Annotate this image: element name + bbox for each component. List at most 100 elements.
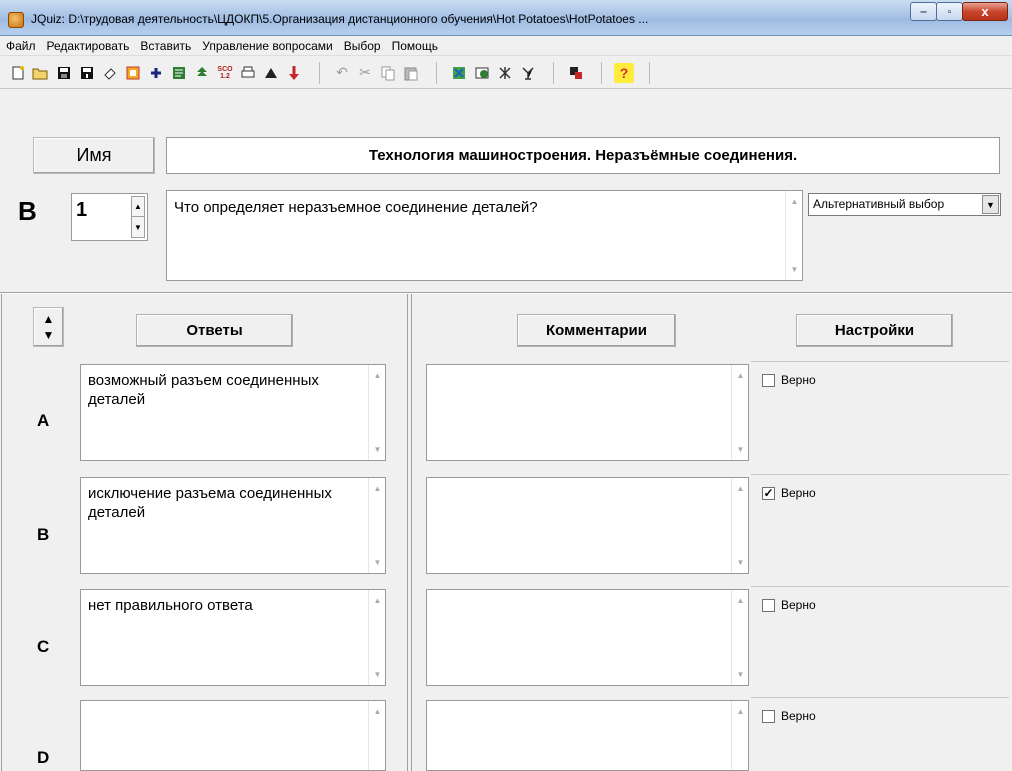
reorder-answers-button[interactable]: ▲ ▼ [33,307,64,347]
correct-checkbox[interactable] [762,599,775,612]
close-button[interactable]: x [962,2,1008,21]
answer-text-area[interactable]: возможный разъем соединенных деталей ▲ ▼ [80,364,386,461]
spinner-up-icon[interactable]: ▲ [132,197,144,217]
minimize-button[interactable]: ‒ [910,2,937,21]
question-text-area[interactable]: Что определяет неразъемное соединение де… [166,190,803,281]
correct-label[interactable]: Верно [781,486,816,500]
answer-letter: B [37,525,50,544]
menu-edit[interactable]: Редактировать [47,39,130,53]
answer-text[interactable]: исключение разъема соединенных деталей [88,484,358,522]
print-icon[interactable] [238,63,258,83]
window-controls: ‒ ▫ x [910,2,1008,23]
frame-icon[interactable] [123,63,143,83]
comment-text-area[interactable]: ▲ ▼ [426,477,749,574]
chevron-down-icon[interactable]: ▼ [982,195,999,214]
menu-options[interactable]: Выбор [344,39,381,53]
correct-label[interactable]: Верно [781,373,816,387]
plus-icon[interactable] [146,63,166,83]
comment-scrollbar[interactable]: ▲ ▼ [731,478,748,573]
answer-scrollbar[interactable]: ▲ ▼ [368,478,385,573]
scroll-up-icon[interactable]: ▲ [732,367,749,384]
menu-manage-questions[interactable]: Управление вопросами [202,39,332,53]
panel-splitter[interactable] [407,294,412,771]
help-icon[interactable]: ? [614,62,634,83]
comment-text-area[interactable]: ▲ [426,700,749,771]
comment-text-area[interactable]: ▲ ▼ [426,364,749,461]
settings-icon[interactable] [566,63,586,83]
answer-scrollbar[interactable]: ▲ ▼ [368,590,385,685]
question-number-spinner[interactable]: 1 ▲ ▼ [71,193,148,241]
open-folder-icon[interactable] [31,63,51,83]
answer-text[interactable]: нет правильного ответа [88,596,358,615]
spinner-buttons: ▲ ▼ [131,196,145,238]
quiz-title-field[interactable]: Технология машиностроения. Неразъёмные с… [166,137,1000,174]
config-icon[interactable] [449,63,469,83]
copy-icon[interactable] [378,63,398,83]
question-label: В [18,196,37,226]
title-bar: JQuiz: D:\трудовая деятельность\ЦДОКП\5.… [0,0,1012,36]
scroll-down-icon[interactable]: ▼ [732,554,749,571]
comment-scrollbar[interactable]: ▲ [731,701,748,770]
scroll-down-icon[interactable]: ▼ [786,261,803,278]
name-button[interactable]: Имя [33,137,155,174]
comment-scrollbar[interactable]: ▲ ▼ [731,365,748,460]
cut-icon[interactable]: ✂ [355,63,375,83]
answer-text-area[interactable]: ▲ [80,700,386,771]
answer-text[interactable]: возможный разъем соединенных деталей [88,371,358,409]
answers-button[interactable]: Ответы [136,314,293,347]
correct-checkbox[interactable] [762,374,775,387]
scroll-up-icon[interactable]: ▲ [732,480,749,497]
toolbar-separator [649,61,650,84]
settings-button[interactable]: Настройки [796,314,953,347]
web-export-icon[interactable] [472,63,492,83]
scroll-up-icon[interactable]: ▲ [369,480,386,497]
question-number[interactable]: 1 [76,199,87,222]
comment-text-area[interactable]: ▲ ▼ [426,589,749,686]
scorm-icon[interactable]: SCO 1.2 [215,63,235,83]
export-icon[interactable] [261,63,281,83]
answer-scrollbar[interactable]: ▲ [368,701,385,770]
hotpot-icon[interactable] [495,63,515,83]
correct-checkbox[interactable]: ✓ [762,487,775,500]
correct-label[interactable]: Верно [781,709,816,723]
menu-file[interactable]: Файл [6,39,36,53]
answer-letter: C [37,637,50,656]
scroll-down-icon[interactable]: ▼ [732,441,749,458]
scroll-up-icon[interactable]: ▲ [786,193,803,210]
web-page-icon[interactable] [169,63,189,83]
scroll-down-icon[interactable]: ▼ [369,441,386,458]
scroll-up-icon[interactable]: ▲ [369,592,386,609]
save-as-icon[interactable] [77,63,97,83]
network-icon[interactable] [518,63,538,83]
scroll-down-icon[interactable]: ▼ [369,666,386,683]
question-type-select[interactable]: Альтернативный выбор ▼ [808,193,1001,216]
correct-label[interactable]: Верно [781,598,816,612]
scroll-up-icon[interactable]: ▲ [369,367,386,384]
arrow-down-icon: ▼ [42,328,55,342]
eraser-icon[interactable] [100,63,120,83]
scroll-down-icon[interactable]: ▼ [369,554,386,571]
scroll-up-icon[interactable]: ▲ [732,703,749,720]
menu-insert[interactable]: Вставить [140,39,191,53]
red-arrow-icon[interactable] [284,63,304,83]
comment-scrollbar[interactable]: ▲ ▼ [731,590,748,685]
menu-help[interactable]: Помощь [392,39,438,53]
paste-icon[interactable] [401,63,421,83]
answer-text-area[interactable]: исключение разъема соединенных деталей ▲… [80,477,386,574]
correct-checkbox[interactable] [762,710,775,723]
comments-button[interactable]: Комментарии [517,314,676,347]
arrow-up-icon: ▲ [42,312,55,326]
scroll-down-icon[interactable]: ▼ [732,666,749,683]
spinner-down-icon[interactable]: ▼ [132,217,144,237]
scroll-up-icon[interactable]: ▲ [732,592,749,609]
maximize-button[interactable]: ▫ [936,2,963,21]
scroll-up-icon[interactable]: ▲ [369,703,386,720]
question-text[interactable]: Что определяет неразъемное соединение де… [174,199,538,216]
undo-icon[interactable]: ↶ [332,63,352,83]
question-scrollbar[interactable]: ▲ ▼ [785,191,802,280]
answer-scrollbar[interactable]: ▲ ▼ [368,365,385,460]
tree-icon[interactable] [192,63,212,83]
new-file-icon[interactable] [8,63,28,83]
save-icon[interactable] [54,63,74,83]
answer-text-area[interactable]: нет правильного ответа ▲ ▼ [80,589,386,686]
